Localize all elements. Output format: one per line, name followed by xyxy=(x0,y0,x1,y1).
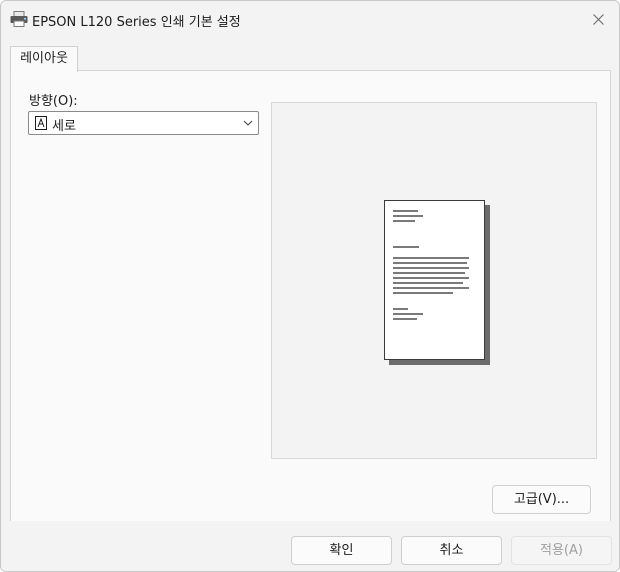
layout-tab-panel: 방향(O): 세로 고급(V)... xyxy=(10,70,611,522)
print-preferences-dialog: EPSON L120 Series 인쇄 기본 설정 레이아웃 방향(O): 세… xyxy=(0,0,620,572)
orientation-selected-value: 세로 xyxy=(52,119,76,134)
chevron-down-icon xyxy=(243,120,253,126)
portrait-page-icon xyxy=(35,116,47,130)
window-title: EPSON L120 Series 인쇄 기본 설정 xyxy=(32,15,241,30)
advanced-button[interactable]: 고급(V)... xyxy=(492,485,591,514)
close-button[interactable] xyxy=(583,5,613,33)
ok-button[interactable]: 확인 xyxy=(291,536,392,565)
close-icon xyxy=(592,13,604,25)
title-bar: EPSON L120 Series 인쇄 기본 설정 xyxy=(1,1,619,37)
tab-layout[interactable]: 레이아웃 xyxy=(10,46,78,72)
cancel-button[interactable]: 취소 xyxy=(401,536,502,565)
apply-button[interactable]: 적용(A) xyxy=(511,536,612,565)
document-preview-icon xyxy=(384,200,485,360)
printer-icon xyxy=(10,11,28,27)
orientation-dropdown[interactable]: 세로 xyxy=(28,111,259,135)
dialog-footer: 확인 취소 적용(A) xyxy=(1,521,619,571)
layout-preview xyxy=(271,102,597,459)
orientation-label: 방향(O): xyxy=(29,94,78,109)
